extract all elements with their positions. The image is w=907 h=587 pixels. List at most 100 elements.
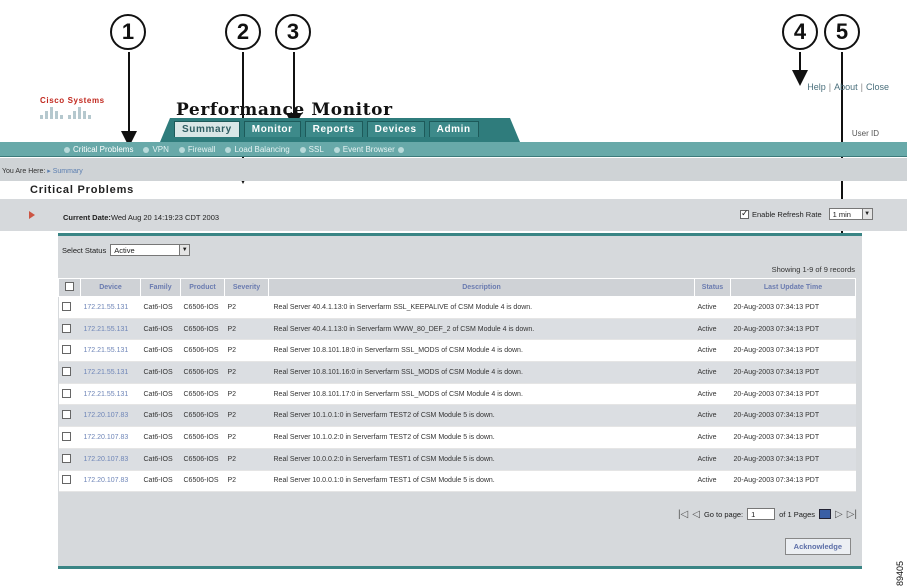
cell-severity: P2 bbox=[224, 361, 269, 384]
row-checkbox[interactable] bbox=[61, 453, 71, 463]
breadcrumb: You Are Here: ▸ Summary bbox=[2, 168, 83, 175]
row-checkbox-cell bbox=[58, 339, 81, 363]
cell-device[interactable]: 172.20.107.83 bbox=[80, 404, 141, 428]
panel-bottom-border bbox=[58, 566, 862, 569]
column-header-description[interactable]: Description bbox=[268, 278, 695, 297]
expand-arrow-icon[interactable] bbox=[29, 211, 35, 219]
top-links: Help | About | Close bbox=[807, 82, 889, 92]
cell-severity: P2 bbox=[224, 383, 269, 406]
cell-device[interactable]: 172.21.55.131 bbox=[80, 318, 141, 341]
callout-3: 3 bbox=[275, 14, 311, 50]
cell-device[interactable]: 172.21.55.131 bbox=[80, 383, 141, 406]
row-checkbox-cell bbox=[58, 470, 81, 493]
column-header-last-update[interactable]: Last Update Time bbox=[730, 278, 856, 297]
refresh-rate-select[interactable]: 1 min ▼ bbox=[828, 208, 873, 220]
cell-description: Real Server 10.8.101.16:0 in Serverfarm … bbox=[268, 361, 695, 384]
cell-status: Active bbox=[694, 339, 731, 363]
select-all-checkbox[interactable] bbox=[65, 282, 74, 291]
main-tabs: Summary Monitor Reports Devices Admin bbox=[174, 121, 479, 137]
cell-last-update: 20-Aug-2003 07:34:13 PDT bbox=[730, 318, 856, 341]
row-checkbox-cell bbox=[58, 383, 81, 406]
about-link[interactable]: About bbox=[834, 82, 858, 92]
subnav-critical-problems[interactable]: Critical Problems bbox=[64, 145, 133, 154]
cell-status: Active bbox=[694, 448, 731, 471]
table-header-row: Device Family Product Severity Descripti… bbox=[58, 278, 856, 297]
tab-devices[interactable]: Devices bbox=[366, 121, 425, 137]
subnav-load-balancing[interactable]: Load Balancing bbox=[225, 145, 290, 154]
cell-device[interactable]: 172.21.55.131 bbox=[80, 361, 141, 384]
cell-device[interactable]: 172.20.107.83 bbox=[80, 448, 141, 471]
page-number-input[interactable]: 1 bbox=[747, 508, 776, 520]
row-checkbox[interactable] bbox=[61, 431, 71, 441]
row-checkbox-cell bbox=[58, 361, 81, 384]
cell-severity: P2 bbox=[224, 404, 269, 428]
cell-last-update: 20-Aug-2003 07:34:13 PDT bbox=[730, 361, 856, 384]
row-checkbox[interactable] bbox=[61, 475, 71, 485]
chevron-down-icon: ▼ bbox=[179, 245, 190, 255]
subnav-firewall[interactable]: Firewall bbox=[178, 145, 215, 154]
acknowledge-button[interactable]: Acknowledge bbox=[784, 538, 851, 555]
breadcrumb-prefix: You Are Here: bbox=[2, 168, 48, 175]
current-date-value: Wed Aug 20 14:19:23 CDT 2003 bbox=[110, 213, 220, 222]
subnav-vpn[interactable]: VPN bbox=[143, 145, 169, 154]
column-header-severity[interactable]: Severity bbox=[224, 278, 269, 297]
bullet-icon bbox=[397, 146, 404, 153]
column-header-product[interactable]: Product bbox=[180, 278, 225, 297]
cell-family: Cat6-IOS bbox=[140, 318, 181, 341]
first-page-icon[interactable]: |◁ bbox=[678, 509, 688, 520]
row-checkbox[interactable] bbox=[61, 301, 71, 311]
callout-5: 5 bbox=[824, 14, 860, 50]
callout-1: 1 bbox=[110, 14, 146, 50]
table-row[interactable]: 172.20.107.83 Cat6-IOS C6506-IOS P2 Real Ser… bbox=[58, 404, 856, 428]
cell-last-update: 20-Aug-2003 07:34:13 PDT bbox=[730, 426, 856, 449]
cell-last-update: 20-Aug-2003 07:34:13 PDT bbox=[730, 470, 856, 493]
bullet-icon bbox=[333, 146, 340, 153]
cell-severity: P2 bbox=[224, 339, 269, 363]
cell-device[interactable]: 172.21.55.131 bbox=[80, 339, 141, 363]
cell-product: C6506-IOS bbox=[180, 426, 225, 449]
next-page-icon[interactable]: ▷ bbox=[835, 509, 843, 520]
column-header-status[interactable]: Status bbox=[694, 278, 731, 297]
table-row[interactable]: 172.20.107.83 Cat6-IOS C6506-IOS P2 Real Ser… bbox=[58, 470, 856, 493]
enable-refresh-checkbox[interactable] bbox=[740, 208, 749, 219]
column-header-family[interactable]: Family bbox=[140, 278, 181, 297]
table-row[interactable]: 172.21.55.131 Cat6-IOS C6506-IOS P2 Real Ser… bbox=[58, 296, 856, 319]
cell-status: Active bbox=[694, 383, 731, 406]
tab-monitor[interactable]: Monitor bbox=[243, 121, 301, 137]
table-row[interactable]: 172.21.55.131 Cat6-IOS C6506-IOS P2 Real Ser… bbox=[58, 361, 856, 384]
cell-device[interactable]: 172.21.55.131 bbox=[80, 296, 141, 319]
table-row[interactable]: 172.21.55.131 Cat6-IOS C6506-IOS P2 Real Ser… bbox=[58, 339, 856, 363]
subnav-event-browser[interactable]: Event Browser bbox=[333, 145, 404, 154]
cell-device[interactable]: 172.20.107.83 bbox=[80, 426, 141, 449]
row-checkbox[interactable] bbox=[61, 410, 71, 420]
table-row[interactable]: 172.20.107.83 Cat6-IOS C6506-IOS P2 Real Ser… bbox=[58, 448, 856, 471]
select-status: Select Status Active ▼ bbox=[62, 244, 191, 256]
last-page-icon[interactable]: ▷| bbox=[847, 509, 857, 520]
tab-admin[interactable]: Admin bbox=[428, 121, 479, 137]
row-checkbox-cell bbox=[58, 296, 81, 319]
cell-product: C6506-IOS bbox=[180, 361, 225, 384]
cell-severity: P2 bbox=[224, 470, 269, 493]
status-select[interactable]: Active ▼ bbox=[110, 244, 191, 256]
close-link[interactable]: Close bbox=[866, 82, 889, 92]
cell-family: Cat6-IOS bbox=[140, 470, 181, 493]
breadcrumb-summary-link[interactable]: Summary bbox=[53, 168, 83, 175]
go-button[interactable] bbox=[819, 509, 831, 519]
column-header-device[interactable]: Device bbox=[80, 278, 141, 297]
tab-reports[interactable]: Reports bbox=[304, 121, 363, 137]
row-checkbox[interactable] bbox=[61, 345, 71, 355]
bullet-icon bbox=[64, 146, 70, 153]
cell-device[interactable]: 172.20.107.83 bbox=[80, 470, 141, 493]
table-row[interactable]: 172.21.55.131 Cat6-IOS C6506-IOS P2 Real Ser… bbox=[58, 383, 856, 406]
help-link[interactable]: Help bbox=[807, 82, 826, 92]
row-checkbox[interactable] bbox=[61, 388, 71, 398]
prev-page-icon[interactable]: ◁ bbox=[692, 509, 700, 520]
row-checkbox[interactable] bbox=[61, 366, 71, 376]
table-row[interactable]: 172.21.55.131 Cat6-IOS C6506-IOS P2 Real Ser… bbox=[58, 318, 856, 341]
subnav-ssl[interactable]: SSL bbox=[299, 145, 324, 154]
table-row[interactable]: 172.20.107.83 Cat6-IOS C6506-IOS P2 Real Ser… bbox=[58, 426, 856, 449]
row-checkbox[interactable] bbox=[61, 323, 71, 333]
goto-page-label: Go to page: bbox=[703, 509, 744, 519]
tab-summary[interactable]: Summary bbox=[174, 121, 240, 137]
current-date-label: Current Date: bbox=[63, 213, 111, 222]
